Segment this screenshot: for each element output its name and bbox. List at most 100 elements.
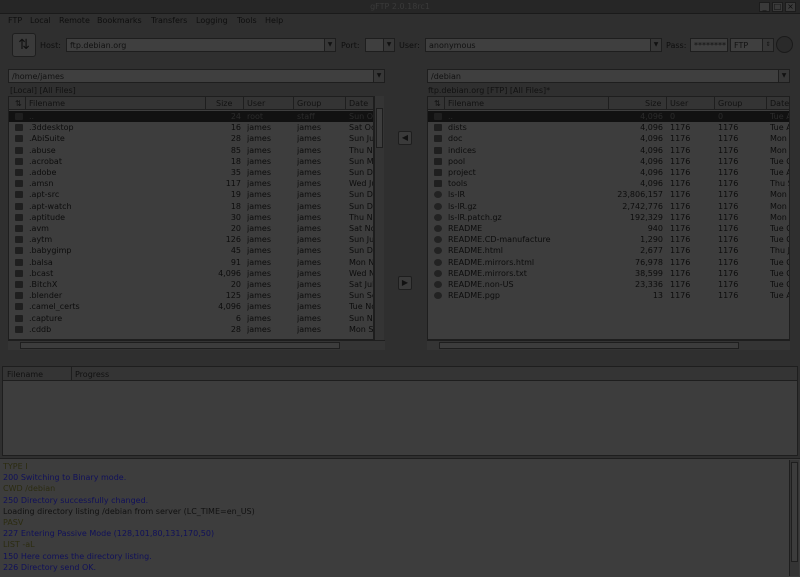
host-combo[interactable]: ftp.debian.org ▼ bbox=[66, 38, 336, 52]
folder-icon bbox=[15, 202, 23, 210]
remote-file-row[interactable]: README.pgp 13 1176 1176 Tue A bbox=[428, 290, 789, 301]
folder-icon bbox=[15, 247, 23, 255]
local-file-row[interactable]: .avm 20 james james Sat Nov bbox=[9, 223, 373, 234]
local-col-date[interactable]: Date bbox=[349, 99, 368, 108]
remote-cell-name: README bbox=[448, 224, 483, 233]
remote-path-combo[interactable]: /debian ▼ bbox=[427, 69, 790, 83]
local-file-row[interactable]: .aptitude 30 james james Thu Nov bbox=[9, 212, 373, 223]
local-file-row[interactable]: .abuse 85 james james Thu Nov bbox=[9, 145, 373, 156]
remote-file-row[interactable]: .. 4,096 0 0 Tue A bbox=[428, 111, 790, 123]
menu-tools[interactable]: Tools bbox=[237, 16, 257, 25]
chevron-down-icon[interactable]: ▼ bbox=[778, 70, 789, 82]
remote-file-row[interactable]: doc 4,096 1176 1176 Mon bbox=[428, 133, 789, 144]
log-scrollbar[interactable] bbox=[789, 460, 799, 576]
local-file-row[interactable]: .adobe 35 james james Sun Dec bbox=[9, 167, 373, 178]
remote-file-list[interactable]: ⇅ Filename Size User Group Date .. 4,096 0… bbox=[427, 96, 790, 340]
local-cell-group: james bbox=[297, 212, 322, 222]
menu-bookmarks[interactable]: Bookmarks bbox=[97, 16, 142, 25]
local-file-row[interactable]: .balsa 91 james james Mon No bbox=[9, 257, 373, 268]
sort-icon[interactable]: ⇅ bbox=[15, 99, 22, 108]
local-file-row[interactable]: .. 24 root staff Sun Oct bbox=[9, 111, 373, 123]
local-col-filename[interactable]: Filename bbox=[29, 99, 65, 108]
local-file-row[interactable]: .apt-src 19 james james Sun Dec bbox=[9, 189, 373, 200]
remote-cell-date: Tue C bbox=[770, 224, 790, 233]
local-file-row[interactable]: .BitchX 20 james james Sat Jul 2 bbox=[9, 279, 373, 290]
remote-file-row[interactable]: README.html 2,677 1176 1176 Thu J bbox=[428, 245, 789, 256]
local-file-row[interactable]: .aytm 126 james james Sun Jun bbox=[9, 234, 373, 245]
remote-file-row[interactable]: README.CD-manufacture 1,290 1176 1176 Tue C bbox=[428, 234, 789, 245]
remote-file-row[interactable]: ls-lR 23,806,157 1176 1176 Mon bbox=[428, 189, 789, 200]
remote-hscroll-thumb[interactable] bbox=[439, 342, 739, 349]
menu-ftp[interactable]: FTP bbox=[8, 16, 22, 25]
chevron-updown-icon[interactable]: ⇕ bbox=[762, 39, 773, 51]
local-file-row[interactable]: .amsn 117 james james Wed Jun bbox=[9, 178, 373, 189]
close-button[interactable]: × bbox=[785, 2, 796, 12]
upload-arrow-icon[interactable]: ◀ bbox=[398, 131, 412, 145]
local-file-row[interactable]: .bcast 4,096 james james Wed Nov bbox=[9, 268, 373, 279]
log-scroll-thumb[interactable] bbox=[791, 462, 798, 562]
remote-file-row[interactable]: ls-lR.patch.gz 192,329 1176 1176 Mon bbox=[428, 212, 789, 223]
remote-file-row[interactable]: dists 4,096 1176 1176 Tue A bbox=[428, 122, 789, 133]
log-panel[interactable]: TYPE I 200 Switching to Binary mode. CWD /… bbox=[0, 458, 800, 577]
local-col-user[interactable]: User bbox=[247, 99, 265, 108]
menu-local[interactable]: Local bbox=[30, 16, 51, 25]
local-file-row[interactable]: .acrobat 18 james james Sun Ma bbox=[9, 156, 373, 167]
queue-col-filename[interactable]: Filename bbox=[7, 370, 43, 379]
menu-logging[interactable]: Logging bbox=[196, 16, 228, 25]
remote-file-row[interactable]: project 4,096 1176 1176 Tue A bbox=[428, 167, 789, 178]
local-scroll-thumb[interactable] bbox=[376, 108, 383, 148]
chevron-down-icon[interactable]: ▼ bbox=[324, 39, 335, 51]
local-list-header: ⇅ Filename Size User Group Date bbox=[9, 97, 373, 110]
remote-horizontal-scrollbar[interactable] bbox=[427, 340, 790, 350]
local-vertical-scrollbar[interactable] bbox=[374, 96, 384, 340]
local-file-row[interactable]: .capture 6 james james Sun Nov bbox=[9, 313, 373, 324]
remote-file-row[interactable]: pool 4,096 1176 1176 Tue O bbox=[428, 156, 789, 167]
connect-icon[interactable]: ⇅ bbox=[12, 33, 36, 57]
local-file-row[interactable]: .3ddesktop 16 james james Sat Oct bbox=[9, 122, 373, 133]
remote-col-date[interactable]: Date bbox=[770, 99, 789, 108]
local-col-group[interactable]: Group bbox=[297, 99, 321, 108]
local-file-row[interactable]: .blender 125 james james Sun Sep bbox=[9, 290, 373, 301]
sort-icon[interactable]: ⇅ bbox=[434, 99, 441, 108]
protocol-select[interactable]: FTP ⇕ bbox=[730, 38, 774, 52]
local-file-row[interactable]: .apt-watch 18 james james Sun Dec bbox=[9, 201, 373, 212]
local-horizontal-scrollbar[interactable] bbox=[8, 340, 385, 350]
download-arrow-icon[interactable]: ▶ bbox=[398, 276, 412, 290]
local-file-row[interactable]: .cddb 28 james james Mon Se bbox=[9, 324, 373, 335]
folder-icon bbox=[15, 146, 23, 154]
remote-file-row[interactable]: ls-lR.gz 2,742,776 1176 1176 Mon bbox=[428, 201, 789, 212]
local-cell-user: james bbox=[247, 212, 272, 222]
local-file-row[interactable]: .babygimp 45 james james Sun Dec bbox=[9, 245, 373, 256]
local-col-size[interactable]: Size bbox=[216, 99, 232, 108]
queue-col-progress[interactable]: Progress bbox=[75, 370, 109, 379]
stop-icon[interactable] bbox=[776, 36, 793, 53]
local-file-row[interactable]: .AbiSuite 28 james james Sun Jul bbox=[9, 133, 373, 144]
remote-file-row[interactable]: README.mirrors.txt 38,599 1176 1176 Tue C bbox=[428, 268, 789, 279]
remote-file-row[interactable]: tools 4,096 1176 1176 Thu S bbox=[428, 178, 789, 189]
maximize-button[interactable]: □ bbox=[772, 2, 783, 12]
menu-help[interactable]: Help bbox=[265, 16, 283, 25]
remote-col-size[interactable]: Size bbox=[645, 99, 661, 108]
password-field[interactable]: ******** bbox=[690, 38, 728, 52]
menu-remote[interactable]: Remote bbox=[59, 16, 90, 25]
user-combo[interactable]: anonymous ▼ bbox=[425, 38, 662, 52]
remote-file-row[interactable]: README.mirrors.html 76,978 1176 1176 Tue C bbox=[428, 257, 789, 268]
minimize-button[interactable]: _ bbox=[759, 2, 770, 12]
port-combo[interactable]: ▼ bbox=[365, 38, 395, 52]
local-file-row[interactable]: .camel_certs 4,096 james james Tue Nov bbox=[9, 301, 373, 312]
menu-transfers[interactable]: Transfers bbox=[151, 16, 187, 25]
local-path-combo[interactable]: /home/james ▼ bbox=[8, 69, 385, 83]
remote-col-user[interactable]: User bbox=[670, 99, 688, 108]
remote-file-row[interactable]: README 940 1176 1176 Tue C bbox=[428, 223, 790, 234]
remote-col-filename[interactable]: Filename bbox=[448, 99, 484, 108]
chevron-down-icon[interactable]: ▼ bbox=[383, 39, 394, 51]
remote-cell-date: Tue A bbox=[770, 112, 790, 121]
chevron-down-icon[interactable]: ▼ bbox=[373, 70, 384, 82]
transfer-queue[interactable]: Filename Progress bbox=[2, 366, 798, 456]
remote-file-row[interactable]: indices 4,096 1176 1176 Mon bbox=[428, 145, 789, 156]
remote-file-row[interactable]: README.non-US 23,336 1176 1176 Tue C bbox=[428, 279, 789, 290]
local-file-list[interactable]: ⇅ Filename Size User Group Date .. 24 root… bbox=[8, 96, 374, 340]
local-hscroll-thumb[interactable] bbox=[20, 342, 340, 349]
remote-col-group[interactable]: Group bbox=[718, 99, 742, 108]
chevron-down-icon[interactable]: ▼ bbox=[650, 39, 661, 51]
